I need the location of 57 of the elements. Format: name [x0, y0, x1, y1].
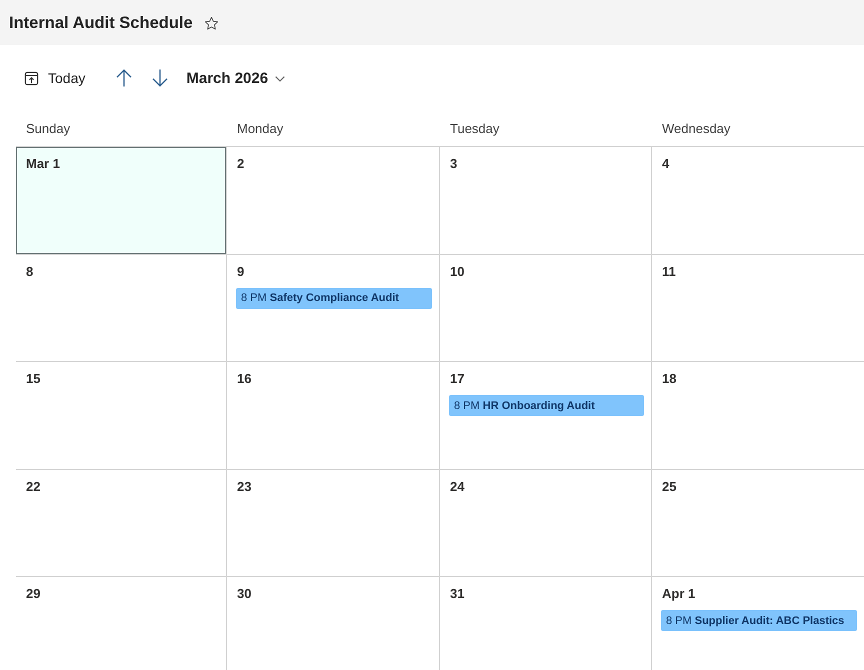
day-number: 16	[237, 371, 252, 387]
day-number: 18	[662, 371, 676, 387]
weekday-label: Wednesday	[662, 121, 730, 138]
day-number: 23	[237, 478, 252, 494]
day-cell[interactable]: 16	[227, 362, 440, 470]
day-number: 24	[450, 478, 464, 494]
day-number: 25	[662, 478, 676, 494]
event-chip[interactable]: 8 PM Safety Compliance Audit	[236, 288, 432, 308]
day-cell[interactable]: Apr 1 8 PM Supplier Audit: ABC Plastics	[652, 577, 864, 670]
day-cell[interactable]: 23	[227, 470, 440, 577]
page-title: Internal Audit Schedule	[9, 12, 193, 32]
day-number: Apr 1	[662, 586, 696, 602]
day-number: 2	[237, 156, 244, 172]
day-cell[interactable]: 18	[652, 362, 864, 470]
day-cell[interactable]: 22	[16, 470, 227, 577]
day-number: 22	[26, 478, 40, 494]
day-cell[interactable]: 15	[16, 362, 227, 470]
today-button[interactable]: Today	[24, 70, 86, 86]
day-number: 30	[237, 586, 252, 602]
event-chip[interactable]: 8 PM Supplier Audit: ABC Plastics	[661, 610, 857, 631]
next-button[interactable]	[152, 69, 168, 87]
day-cell[interactable]: 25	[652, 470, 864, 577]
calendar-icon	[24, 70, 39, 86]
day-cell[interactable]: 10	[440, 254, 652, 362]
weekday-label: Monday	[237, 121, 284, 138]
day-cell[interactable]: 11	[652, 254, 864, 362]
day-number: 8	[26, 264, 34, 280]
day-number: 31	[450, 586, 464, 602]
day-number: 3	[450, 156, 458, 172]
day-number: 15	[26, 371, 40, 387]
month-dropdown[interactable]: March 2026	[186, 70, 286, 86]
day-number: 17	[450, 371, 464, 387]
day-number: 9	[237, 264, 244, 280]
day-cell[interactable]: 2	[227, 147, 440, 254]
arrow-up-icon	[116, 69, 132, 87]
day-number: Mar 1	[26, 156, 60, 172]
day-number: 29	[26, 586, 40, 602]
day-cell[interactable]: 30	[227, 577, 440, 670]
previous-button[interactable]	[116, 69, 132, 87]
day-cell[interactable]: 9 8 PM Safety Compliance Audit	[227, 254, 440, 362]
weekday-label: Sunday	[26, 121, 70, 138]
day-number: 4	[662, 156, 670, 172]
day-cell[interactable]: 31	[440, 577, 652, 670]
day-cell[interactable]: 29	[16, 577, 227, 670]
chevron-down-icon	[275, 76, 286, 82]
day-cell[interactable]: 4	[652, 147, 864, 254]
weekday-label: Tuesday	[450, 121, 500, 138]
arrow-down-icon	[152, 69, 168, 87]
day-cell[interactable]: Mar 1	[16, 147, 227, 254]
day-cell[interactable]: 24	[440, 470, 652, 577]
event-chip[interactable]: 8 PM HR Onboarding Audit	[449, 395, 644, 416]
day-cell[interactable]: 8	[16, 254, 227, 362]
day-cell[interactable]: 3	[440, 147, 652, 254]
day-number: 10	[450, 264, 464, 280]
day-cell[interactable]: 17 8 PM HR Onboarding Audit	[440, 362, 652, 470]
star-icon[interactable]	[204, 16, 218, 30]
day-number: 11	[662, 264, 676, 280]
